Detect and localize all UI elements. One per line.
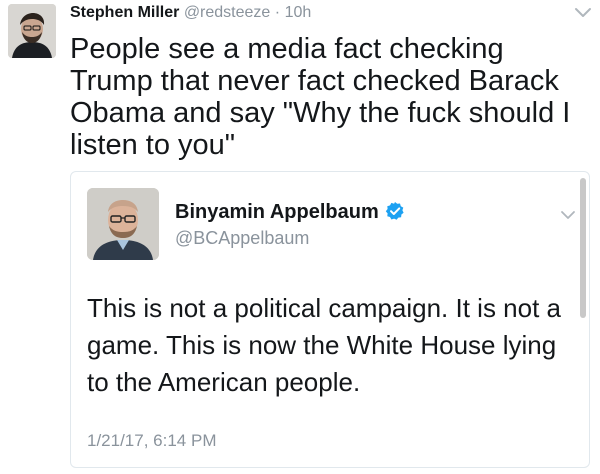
tweet-text: People see a media fact checking Trump t… bbox=[70, 33, 571, 161]
person-avatar-icon bbox=[8, 4, 56, 58]
tweet-card: Stephen Miller @redsteeze · 10h People s… bbox=[0, 0, 600, 474]
tweet-header: Stephen Miller @redsteeze · 10h bbox=[70, 3, 311, 23]
quoted-tweet-card[interactable]: Binyamin Appelbaum @BCAppelbaum This is … bbox=[70, 171, 590, 468]
chevron-down-icon[interactable] bbox=[560, 208, 576, 219]
person-avatar-icon bbox=[87, 188, 159, 260]
quoted-author-name[interactable]: Binyamin Appelbaum bbox=[175, 201, 379, 223]
quoted-author-handle[interactable]: @BCAppelbaum bbox=[175, 228, 309, 249]
author-avatar[interactable] bbox=[8, 4, 56, 58]
author-handle[interactable]: @redsteeze bbox=[184, 4, 271, 21]
separator-dot: · bbox=[274, 4, 281, 21]
verified-badge-icon bbox=[385, 201, 405, 221]
quoted-author-avatar[interactable] bbox=[87, 188, 159, 260]
author-name[interactable]: Stephen Miller bbox=[70, 4, 179, 21]
quoted-tweet-timestamp[interactable]: 1/21/17, 6:14 PM bbox=[87, 431, 216, 451]
tweet-time[interactable]: 10h bbox=[285, 4, 312, 21]
quoted-author-name-row: Binyamin Appelbaum bbox=[175, 201, 405, 224]
quoted-tweet-text: This is not a political campaign. It is … bbox=[87, 293, 562, 397]
chevron-down-icon[interactable] bbox=[574, 6, 592, 18]
scrollbar[interactable] bbox=[580, 178, 586, 318]
